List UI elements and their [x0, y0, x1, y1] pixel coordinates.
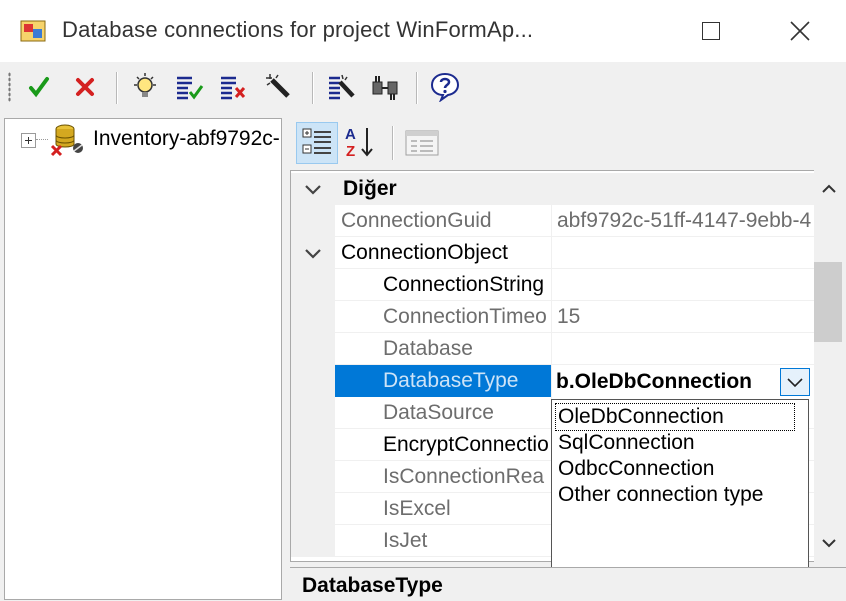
description-pane: DatabaseType: [290, 567, 846, 601]
toolbar-separator: [116, 72, 118, 104]
property-name: IsExcel: [383, 497, 451, 520]
cancel-button[interactable]: [68, 70, 102, 104]
toolbar-grip[interactable]: [8, 72, 11, 102]
svg-text:A: A: [345, 126, 356, 143]
chevron-down-icon[interactable]: [303, 247, 323, 261]
property-name: DataSource: [383, 401, 494, 424]
svg-text:Z: Z: [346, 143, 355, 160]
list-wand-icon: [329, 74, 355, 100]
scroll-down-icon[interactable]: [818, 534, 840, 552]
property-name: ConnectionTimeo: [383, 305, 547, 328]
property-row[interactable]: ConnectionString: [291, 269, 817, 301]
accept-icon: [29, 77, 49, 98]
list-delete-icon: [221, 76, 246, 100]
chevron-down-icon: [787, 378, 803, 388]
category-row[interactable]: Diğer: [291, 173, 817, 205]
bulb-button[interactable]: [128, 70, 162, 104]
chevron-down-icon[interactable]: [303, 183, 323, 197]
alphabetical-button[interactable]: A Z: [340, 122, 382, 164]
toolbar-separator: [392, 126, 394, 160]
property-row[interactable]: ConnectionTimeo 15: [291, 301, 817, 333]
list-check-button[interactable]: [172, 70, 206, 104]
dropdown-option[interactable]: OleDbConnection: [555, 403, 795, 431]
database-error-icon: [49, 122, 85, 158]
dropdown-option[interactable]: OdbcConnection: [558, 456, 714, 482]
property-name: ConnectionObject: [341, 241, 508, 264]
categorized-button[interactable]: [296, 122, 338, 164]
property-pages-button: [402, 122, 444, 164]
categorized-icon: [302, 128, 331, 154]
vertical-scrollbar[interactable]: [814, 170, 846, 562]
sort-az-icon: A Z: [345, 126, 373, 160]
database-type-editor[interactable]: b.OleDbConnection: [552, 367, 810, 397]
category-label: Diğer: [343, 177, 397, 200]
window-title: Database connections for project WinForm…: [62, 17, 534, 42]
property-value: abf9792c-51ff-4147-9ebb-4: [557, 209, 812, 232]
property-name: EncryptConnectio: [383, 433, 549, 456]
help-icon: [430, 72, 460, 102]
property-name: Database: [383, 337, 473, 360]
dropdown-option[interactable]: SqlConnection: [558, 430, 695, 456]
expand-icon[interactable]: [21, 133, 36, 148]
maximize-icon: [702, 22, 720, 40]
property-value: 15: [557, 305, 581, 328]
property-toolbar: A Z: [290, 118, 846, 170]
list-delete-button[interactable]: [216, 70, 250, 104]
dropdown-button[interactable]: [780, 368, 810, 396]
property-name: ConnectionString: [383, 273, 545, 296]
property-row[interactable]: ConnectionObject: [291, 237, 817, 269]
toolbar-separator: [312, 72, 314, 104]
property-row[interactable]: ConnectionGuid abf9792c-51ff-4147-9ebb-4: [291, 205, 817, 237]
wand-icon: [266, 74, 290, 98]
property-pages-icon: [405, 130, 439, 156]
tree-line: [36, 139, 48, 140]
maximize-button[interactable]: [690, 12, 730, 50]
toolbar-separator: [416, 72, 418, 104]
main-toolbar: [0, 62, 846, 114]
close-button[interactable]: [780, 12, 820, 50]
scroll-up-icon[interactable]: [818, 180, 840, 198]
scroll-thumb[interactable]: [814, 262, 842, 342]
property-name: DatabaseType: [383, 369, 519, 392]
close-icon: [790, 21, 810, 41]
connect-plug-icon: [372, 76, 398, 100]
dropdown-option[interactable]: Other connection type: [558, 482, 763, 508]
database-type-dropdown[interactable]: OleDbConnection SqlConnection OdbcConnec…: [551, 399, 809, 589]
description-title: DatabaseType: [302, 574, 443, 597]
connections-tree[interactable]: Inventory-abf9792c-: [4, 118, 282, 600]
accept-button[interactable]: [22, 70, 56, 104]
bulb-icon: [134, 73, 156, 97]
list-wand-button[interactable]: [324, 70, 358, 104]
help-button[interactable]: [428, 70, 462, 104]
cancel-icon: [76, 78, 94, 96]
list-check-icon: [177, 76, 204, 100]
property-name: IsConnectionRea: [383, 465, 545, 488]
property-name: IsJet: [383, 529, 428, 552]
app-icon[interactable]: [20, 18, 46, 44]
tree-item-label: Inventory-abf9792c-: [93, 127, 280, 150]
connect-plug-button[interactable]: [368, 70, 402, 104]
database-type-value[interactable]: b.OleDbConnection: [556, 367, 776, 397]
property-name: ConnectionGuid: [341, 209, 492, 232]
title-bar: Database connections for project WinForm…: [0, 0, 846, 62]
property-row[interactable]: Database: [291, 333, 817, 365]
wand-button[interactable]: [262, 70, 296, 104]
